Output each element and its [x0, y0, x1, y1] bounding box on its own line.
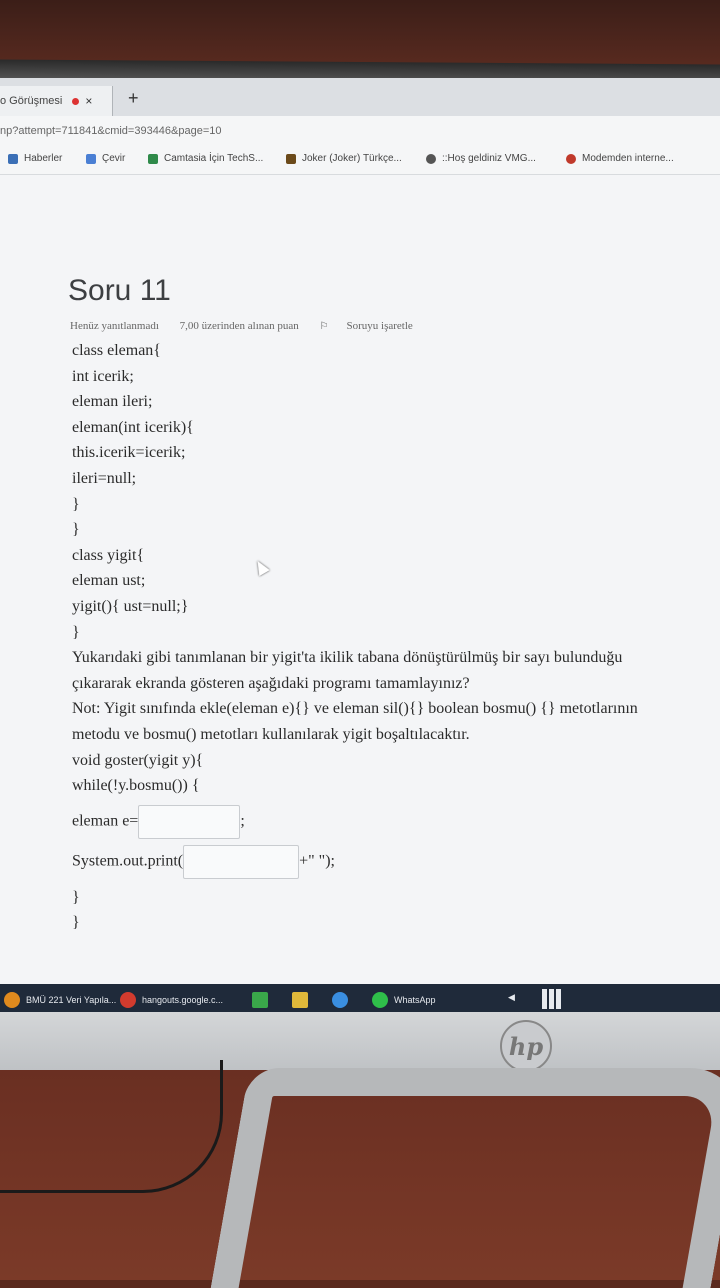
- answer-status: Henüz yanıtlanmadı: [70, 320, 159, 332]
- question-title: Soru 11: [68, 274, 171, 307]
- answer-row-1: eleman e=;: [72, 804, 720, 839]
- taskbar-item-telegram[interactable]: [332, 992, 354, 1008]
- question-info: Henüz yanıtlanmadı 7,00 üzerinden alınan…: [70, 320, 449, 332]
- taskbar-item-z[interactable]: [292, 992, 314, 1008]
- url-text: np?attempt=711841&cmid=393446&page=10: [0, 125, 222, 137]
- telegram-icon: [332, 992, 348, 1008]
- cable: [0, 1060, 223, 1193]
- code-line: ileri=null;: [72, 469, 137, 487]
- joker-icon: [286, 153, 296, 164]
- bookmark-label: Joker (Joker) Türkçe...: [302, 153, 402, 164]
- flag-label: Soruyu işaretle: [346, 320, 413, 332]
- answer-2-input[interactable]: [183, 844, 300, 879]
- close-icon[interactable]: ×: [85, 94, 92, 108]
- bookmark-label: Camtasia İçin TechS...: [164, 153, 264, 164]
- code-line: eleman(int icerik){: [72, 418, 194, 436]
- taskbar-label: WhatsApp: [394, 995, 436, 1005]
- quiz-page: Soru 11 Henüz yanıtlanmadı 7,00 üzerinde…: [0, 174, 720, 1009]
- grid-icon-shape: [542, 989, 562, 1009]
- code-line: void goster(yigit y){: [72, 751, 204, 769]
- camtasia-icon: [148, 153, 158, 164]
- bookmark-label: Modemden interne...: [582, 153, 674, 164]
- tab-title: o Görüşmesi: [0, 95, 63, 107]
- prompt-line: Yukarıdaki gibi tanımlanan bir yigit'ta …: [72, 649, 623, 667]
- code-line: }: [72, 888, 80, 906]
- flag-question-link[interactable]: ⚐ Soruyu işaretle: [320, 320, 431, 332]
- app-z-icon: [292, 992, 308, 1008]
- chrome-icon: [120, 992, 136, 1008]
- translate-icon: [86, 153, 96, 164]
- monitor-stand: [210, 1068, 720, 1288]
- browser-tab-bar: o Görüşmesi × +: [0, 78, 720, 117]
- code-line: while(!y.bosmu()) {: [72, 777, 200, 795]
- question-text: class eleman{ int icerik; eleman ileri; …: [72, 338, 720, 936]
- flag-icon: ⚐: [319, 321, 329, 332]
- bookmark-cevir[interactable]: Çevir: [86, 153, 125, 164]
- question-points: 7,00 üzerinden alınan puan: [179, 320, 299, 332]
- answer-1-prefix: eleman e=: [72, 812, 139, 830]
- bookmark-label: Haberler: [24, 153, 63, 164]
- bookmark-vmg[interactable]: ::Hoş geldiniz VMG...: [426, 153, 536, 164]
- code-line: class yigit{: [72, 546, 145, 564]
- bookmark-modem[interactable]: Modemden interne...: [566, 153, 674, 164]
- globe-icon: [426, 153, 436, 164]
- answer-2-prefix: System.out.print(: [72, 852, 184, 870]
- camtasia-icon: [252, 992, 268, 1008]
- news-icon: [8, 153, 18, 164]
- volume-icon[interactable]: ◀: [508, 992, 515, 1003]
- bookmark-joker[interactable]: Joker (Joker) Türkçe...: [286, 153, 402, 164]
- answer-1-input[interactable]: [138, 804, 241, 839]
- code-line: this.icerik=icerik;: [72, 444, 186, 462]
- whatsapp-icon: [372, 992, 388, 1008]
- bookmark-label: Çevir: [102, 153, 126, 164]
- note-line: Not: Yigit sınıfında ekle(eleman e){} ve…: [72, 700, 638, 718]
- address-bar[interactable]: np?attempt=711841&cmid=393446&page=10: [0, 116, 720, 147]
- answer-row-2: System.out.print( +" ");: [72, 844, 720, 879]
- answer-2-suffix: +" ");: [299, 852, 335, 870]
- note-line: metodu ve bosmu() metotları kullanılarak…: [72, 725, 470, 743]
- grid-icon[interactable]: [542, 989, 562, 1009]
- code-line: int icerik;: [72, 367, 134, 385]
- recording-icon: [72, 97, 80, 105]
- monitor-screen: o Görüşmesi × + np?attempt=711841&cmid=3…: [0, 78, 720, 1018]
- code-line: }: [72, 495, 80, 513]
- answer-1-suffix: ;: [240, 812, 245, 830]
- code-line: eleman ileri;: [72, 393, 153, 411]
- chrome-icon: [566, 153, 576, 164]
- code-line: }: [72, 914, 80, 932]
- taskbar-label: hangouts.google.c...: [142, 995, 224, 1005]
- app-icon: [4, 992, 20, 1008]
- bookmark-label: ::Hoş geldiniz VMG...: [442, 153, 536, 164]
- bookmark-haberler[interactable]: Haberler: [8, 153, 62, 164]
- code-line: eleman ust;: [72, 572, 146, 590]
- browser-tab[interactable]: o Görüşmesi ×: [0, 86, 113, 116]
- taskbar-label: BMÜ 221 Veri Yapıla...: [26, 995, 117, 1005]
- hp-logo-icon: hp: [500, 1020, 552, 1072]
- bookmarks-bar: Haberler Çevir Camtasia İçin TechS... Jo…: [0, 146, 720, 175]
- new-tab-button[interactable]: +: [128, 88, 139, 109]
- code-line: class eleman{: [72, 342, 161, 359]
- taskbar-item-bmu[interactable]: BMÜ 221 Veri Yapıla...: [4, 992, 116, 1008]
- prompt-line: çıkararak ekranda gösteren aşağıdaki pro…: [72, 674, 470, 692]
- taskbar-item-camtasia[interactable]: [252, 992, 274, 1008]
- code-line: yigit(){ ust=null;}: [72, 597, 189, 615]
- taskbar-item-hangouts[interactable]: hangouts.google.c...: [120, 992, 223, 1008]
- taskbar-item-whatsapp[interactable]: WhatsApp: [372, 992, 436, 1008]
- code-line: }: [72, 521, 80, 539]
- code-line: }: [72, 623, 80, 641]
- bookmark-camtasia[interactable]: Camtasia İçin TechS...: [148, 153, 263, 164]
